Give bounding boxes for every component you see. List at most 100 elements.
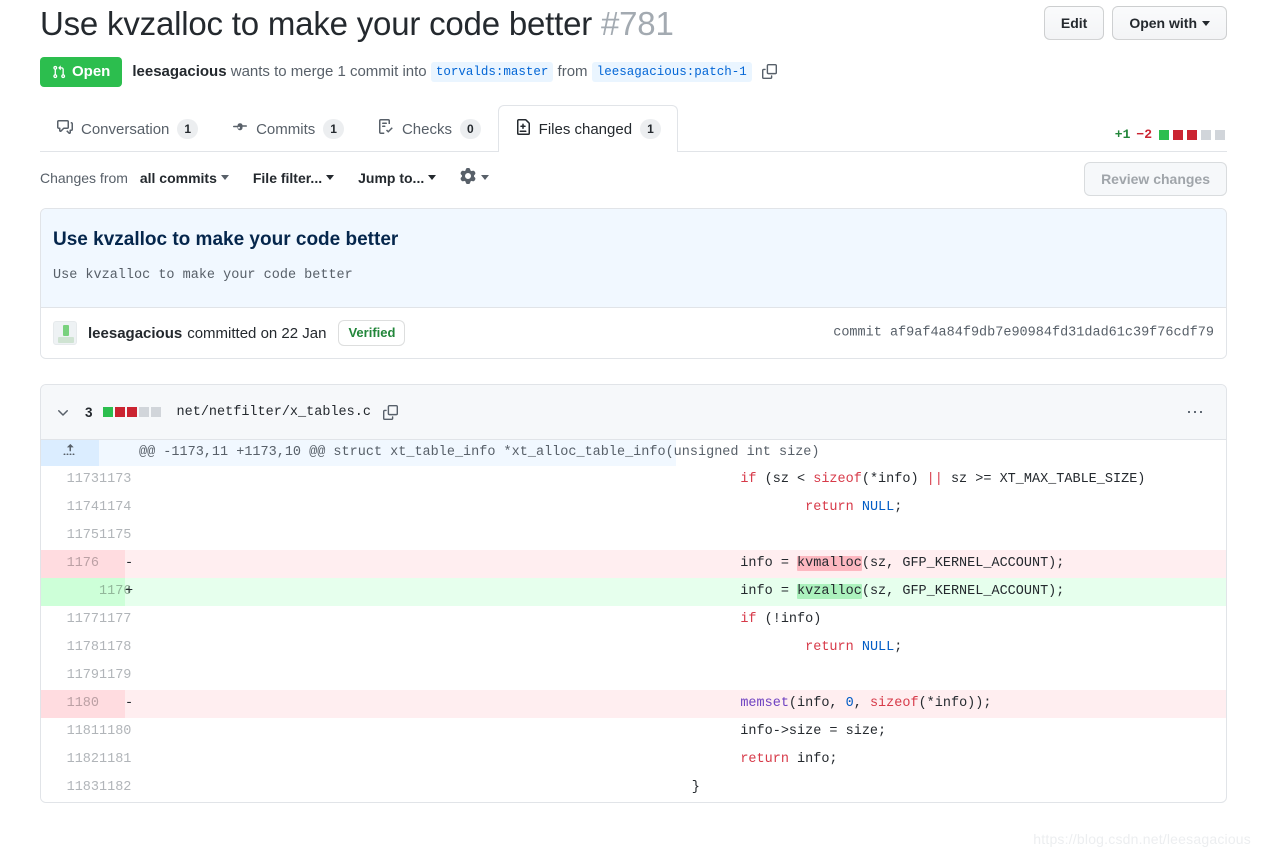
diff-line-number-new[interactable]: 1173 bbox=[99, 466, 131, 494]
diff-line-number-new[interactable]: 1181 bbox=[99, 746, 131, 774]
pr-tabs-wrapper: Conversation 1 Commits 1 Checks 0 Files … bbox=[0, 105, 1267, 152]
file-filter-dropdown[interactable]: File filter... bbox=[253, 170, 335, 186]
git-commit-icon bbox=[232, 119, 248, 139]
review-changes-label: Review changes bbox=[1101, 171, 1210, 187]
commit-sha-value[interactable]: af9af4a84f9db7e90984fd31dad61c39f76cdf79 bbox=[890, 326, 1214, 341]
diff-line-number-old[interactable]: 1176 bbox=[41, 550, 99, 578]
diffstat-deletions: −2 bbox=[1136, 127, 1152, 142]
diff-line-ctx: 1174 1174 return NULL; bbox=[41, 494, 1226, 522]
diff-line-code: return NULL; bbox=[805, 500, 903, 515]
commit-card: Use kvzalloc to make your code better Us… bbox=[40, 208, 1227, 359]
diff-line-number-old[interactable]: 1174 bbox=[41, 494, 99, 522]
merge-text-1: wants to merge 1 commit into bbox=[230, 63, 427, 80]
copy-path-icon[interactable] bbox=[382, 404, 398, 420]
diff-line-number-new[interactable]: 1176 bbox=[99, 578, 131, 606]
expand-hunk-icon[interactable] bbox=[41, 440, 99, 466]
file-diff-icon bbox=[515, 119, 531, 139]
copy-branch-icon[interactable] bbox=[761, 64, 777, 84]
chevron-down-icon bbox=[428, 174, 437, 180]
header-actions: Edit Open with bbox=[1043, 6, 1227, 40]
status-badge[interactable]: Open bbox=[40, 57, 123, 87]
jump-to-dropdown[interactable]: Jump to... bbox=[358, 170, 437, 186]
chevron-down-icon[interactable] bbox=[55, 404, 71, 420]
diff-line-code: if (!info) bbox=[740, 612, 822, 627]
diff-line-number-new[interactable] bbox=[99, 690, 125, 718]
diff-line-code: memset(info, 0, sizeof(*info)); bbox=[675, 690, 1226, 718]
diff-line-number-old[interactable]: 1182 bbox=[41, 746, 99, 774]
pr-author[interactable]: leesagacious bbox=[132, 63, 226, 80]
changes-from-prefix: Changes from bbox=[40, 170, 128, 186]
edit-button-label: Edit bbox=[1060, 15, 1088, 31]
jump-to-label: Jump to... bbox=[358, 170, 425, 186]
file-diffstat-blocks bbox=[102, 407, 163, 417]
diff-line-number-new[interactable]: 1180 bbox=[99, 718, 131, 746]
review-changes-button[interactable]: Review changes bbox=[1084, 162, 1227, 196]
diff-body: @@ -1173,11 +1173,10 @@ struct xt_table_… bbox=[41, 440, 1226, 802]
diff-line-number-new[interactable]: 1174 bbox=[99, 494, 131, 522]
diff-settings-dropdown[interactable] bbox=[460, 167, 490, 189]
edit-button[interactable]: Edit bbox=[1043, 6, 1105, 40]
diff-line-number-old[interactable]: 1181 bbox=[41, 718, 99, 746]
diff-table: @@ -1173,11 +1173,10 @@ struct xt_table_… bbox=[41, 440, 1226, 802]
diff-line-marker: - bbox=[125, 550, 676, 578]
gear-icon bbox=[460, 167, 476, 189]
watermark: https://blog.csdn.net/leesagacious bbox=[1033, 831, 1251, 847]
file-diff-header: 3 net/netfilter/x_tables.c ⋯ bbox=[41, 385, 1226, 440]
diff-line-number-new[interactable]: 1182 bbox=[99, 774, 131, 802]
diff-line-number-old[interactable]: 1177 bbox=[41, 606, 99, 634]
diff-line-number-new[interactable]: 1178 bbox=[99, 634, 131, 662]
diff-hunk-header-row: @@ -1173,11 +1173,10 @@ struct xt_table_… bbox=[41, 440, 1226, 466]
diff-line-code bbox=[676, 662, 1227, 690]
commit-title: Use kvzalloc to make your code better bbox=[53, 229, 399, 250]
git-pull-request-icon bbox=[52, 65, 66, 79]
tab-checks-count: 0 bbox=[459, 119, 481, 139]
diff-line-number-old[interactable]: 1178 bbox=[41, 634, 99, 662]
tab-commits-label: Commits bbox=[256, 120, 316, 138]
page-title: Use kvzalloc to make your code better #7… bbox=[40, 2, 674, 46]
diffstat-block bbox=[1215, 129, 1225, 140]
diff-line-number-new[interactable]: 1179 bbox=[99, 662, 131, 690]
diff-line-ctx: 1183 1182 } bbox=[41, 774, 1226, 802]
diffstat-block bbox=[138, 407, 149, 417]
diff-line-marker bbox=[125, 494, 676, 522]
file-path[interactable]: net/netfilter/x_tables.c bbox=[177, 405, 371, 420]
diff-line-ctx: 1182 1181 return info; bbox=[41, 746, 1226, 774]
diffstat-block bbox=[1159, 129, 1169, 140]
file-options-kebab-icon[interactable]: ⋯ bbox=[1186, 403, 1206, 421]
diff-line-number-new[interactable] bbox=[99, 550, 125, 578]
diff-line-number-old[interactable]: 1175 bbox=[41, 522, 99, 550]
diff-line-number-old[interactable]: 1180 bbox=[41, 690, 99, 718]
open-with-button-label: Open with bbox=[1129, 15, 1197, 31]
commit-author[interactable]: leesagacious bbox=[88, 325, 182, 342]
chevron-down-icon bbox=[220, 174, 229, 180]
diffstat-block bbox=[1187, 129, 1197, 140]
tab-commits[interactable]: Commits 1 bbox=[215, 105, 361, 152]
changes-from-dropdown[interactable]: Changes from all commits bbox=[40, 170, 229, 186]
diff-line-number-old[interactable] bbox=[41, 578, 99, 606]
diff-line-number-old[interactable]: 1173 bbox=[41, 466, 99, 494]
verified-badge[interactable]: Verified bbox=[338, 320, 406, 346]
diff-line-number-old[interactable]: 1179 bbox=[41, 662, 99, 690]
tab-conversation[interactable]: Conversation 1 bbox=[40, 105, 215, 152]
diff-line-code: info->size = size; bbox=[675, 724, 887, 739]
avatar bbox=[53, 321, 77, 345]
diffstat-block bbox=[126, 407, 137, 417]
diff-line-number-new[interactable]: 1177 bbox=[99, 606, 131, 634]
file-change-count: 3 bbox=[85, 404, 93, 420]
merge-text-2: from bbox=[557, 63, 588, 80]
head-branch-chip[interactable]: leesagacious:patch-1 bbox=[591, 62, 752, 82]
pr-tabs: Conversation 1 Commits 1 Checks 0 Files … bbox=[40, 105, 1227, 152]
pr-title-text: Use kvzalloc to make your code better bbox=[40, 5, 593, 42]
diff-line-number-old[interactable]: 1183 bbox=[41, 774, 99, 802]
status-badge-label: Open bbox=[72, 63, 111, 80]
diff-toolbar: Changes from all commits File filter... … bbox=[0, 152, 1267, 204]
tab-files-changed-label: Files changed bbox=[538, 120, 633, 138]
open-with-button[interactable]: Open with bbox=[1112, 6, 1227, 40]
chevron-down-icon bbox=[1202, 13, 1210, 33]
commit-sha-label: commit bbox=[833, 325, 882, 341]
tab-checks[interactable]: Checks 0 bbox=[361, 105, 498, 152]
pull-request-page: Use kvzalloc to make your code better #7… bbox=[0, 0, 1267, 855]
diff-line-number-new[interactable]: 1175 bbox=[99, 522, 131, 550]
tab-files-changed[interactable]: Files changed 1 bbox=[497, 105, 678, 152]
base-branch-chip[interactable]: torvalds:master bbox=[430, 62, 554, 82]
